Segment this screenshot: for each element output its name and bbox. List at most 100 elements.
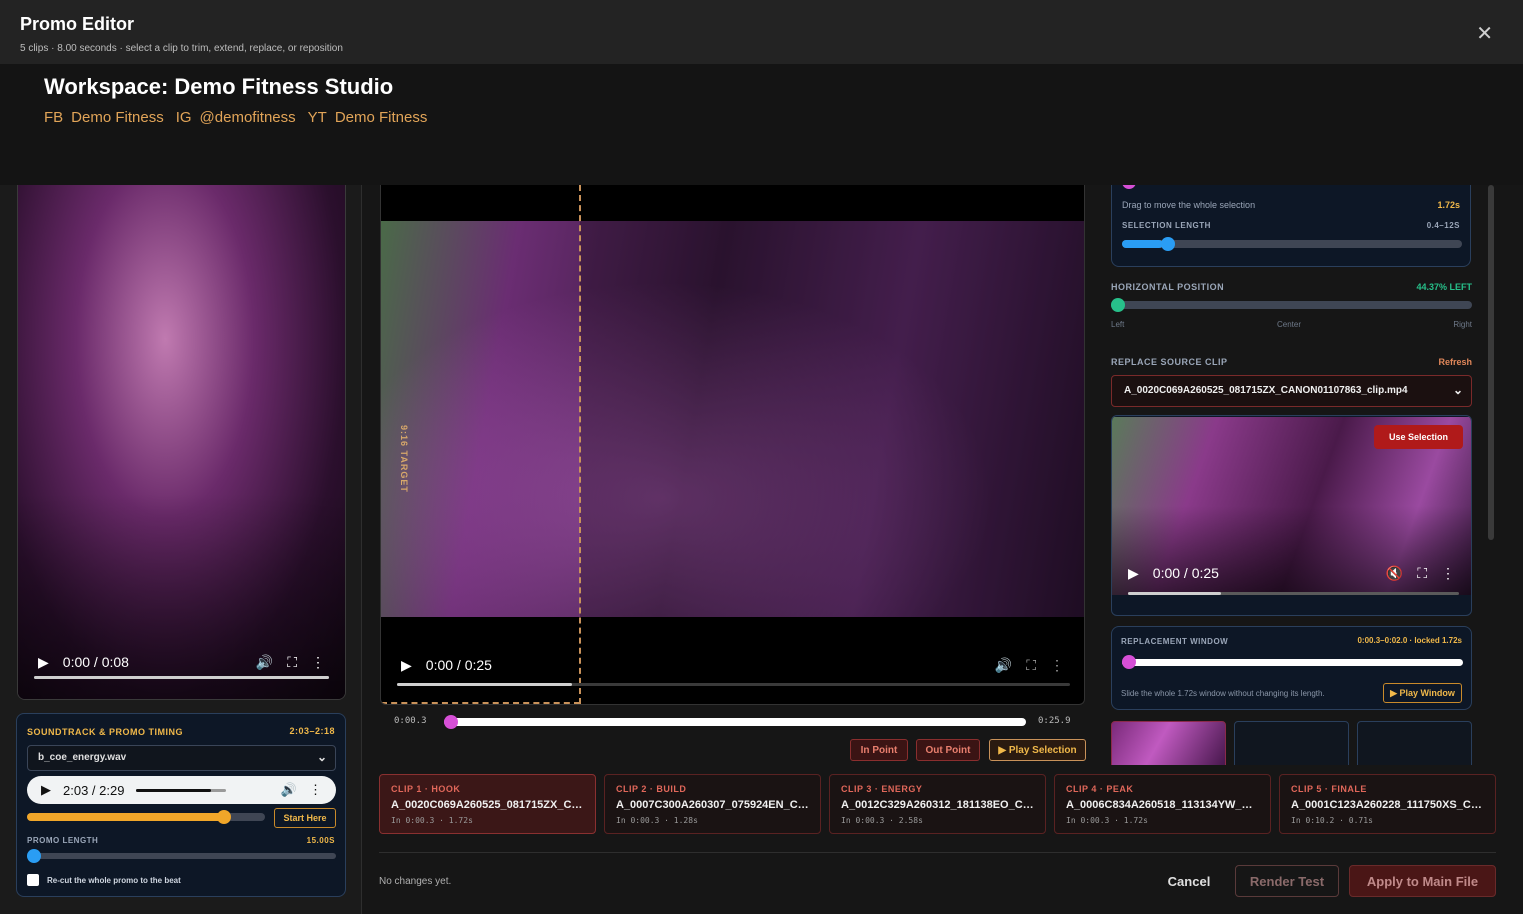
target-guide-line [579, 185, 581, 704]
apply-button[interactable]: Apply to Main File [1349, 865, 1496, 897]
video-controls: ▶ 0:00 / 0:25 🔇 ⛶ ⋮ [1112, 553, 1471, 593]
clip-card-5[interactable]: CLIP 5 · FINALE A_0001C123A260228_111750… [1279, 774, 1496, 834]
promo-length-knob[interactable] [27, 849, 41, 863]
volume-icon[interactable]: 🔇 [1386, 565, 1403, 582]
close-icon[interactable]: ✕ [1476, 24, 1493, 44]
trim-end-label: 0:25.9 [1038, 716, 1071, 726]
play-icon[interactable]: ▶ [38, 654, 49, 671]
chevron-down-icon: ⌄ [316, 750, 327, 764]
fullscreen-icon[interactable]: ⛶ [1026, 657, 1036, 674]
soundtrack-range: 2:03–2:18 [289, 726, 335, 736]
workspace-title: Workspace: Demo Fitness Studio [44, 74, 394, 99]
more-icon[interactable]: ⋮ [311, 654, 325, 671]
target-dim-overlay [580, 185, 1084, 704]
soundtrack-select[interactable]: b_coe_energy.wav ⌄ [27, 745, 336, 771]
clip-meta: In 0:00.3 · 2.58s [841, 816, 923, 825]
source-clip-file: A_0020C069A260525_081715ZX_CANON01107863… [1124, 385, 1408, 396]
clip-label: CLIP 3 · ENERGY [841, 784, 923, 794]
clip-meta: In 0:10.2 · 0.71s [1291, 816, 1373, 825]
video-controls: ▶ 0:00 / 0:08 🔊 ⛶ ⋮ [18, 637, 345, 687]
refresh-button[interactable]: Refresh [1438, 357, 1472, 367]
source-clip-select[interactable]: A_0020C069A260525_081715ZX_CANON01107863… [1111, 375, 1472, 407]
out-point-button[interactable]: Out Point [916, 739, 980, 761]
play-icon[interactable]: ▶ [401, 657, 412, 674]
fullscreen-icon[interactable]: ⛶ [287, 654, 297, 671]
replacement-window-value: 0:00.3–0:02.0 · locked 1.72s [1357, 636, 1462, 645]
clip-card-1[interactable]: CLIP 1 · HOOK A_0020C069A260525_081715ZX… [379, 774, 596, 834]
seek-fill [34, 676, 329, 679]
use-selection-button[interactable]: Use Selection [1374, 425, 1463, 449]
clip-file: A_0020C069A260525_081715ZX_CANON01107863… [391, 799, 584, 811]
audio-more-icon[interactable]: ⋮ [309, 782, 322, 798]
audio-volume-icon[interactable]: 🔊 [281, 782, 297, 798]
video-seek-bar[interactable] [34, 676, 329, 679]
horizontal-position-slider[interactable] [1111, 298, 1472, 312]
promo-length-slider[interactable] [27, 849, 336, 863]
more-icon[interactable]: ⋮ [1441, 565, 1455, 582]
selection-length-knob[interactable] [1161, 237, 1176, 251]
volume-icon[interactable]: 🔊 [995, 657, 1012, 674]
recut-checkbox[interactable] [27, 874, 39, 886]
thumbnail-2[interactable] [1234, 721, 1349, 765]
social-youtube[interactable]: YT Demo Fitness [308, 109, 428, 126]
clip-label: CLIP 1 · HOOK [391, 784, 461, 794]
pos-left-label: Left [1111, 320, 1125, 329]
social-facebook[interactable]: FB Demo Fitness [44, 109, 164, 126]
start-slider[interactable] [27, 810, 265, 824]
more-icon[interactable]: ⋮ [1050, 657, 1064, 674]
left-video-preview[interactable]: ▶ 0:00 / 0:08 🔊 ⛶ ⋮ [17, 185, 346, 700]
clip-meta: In 0:00.3 · 1.72s [1066, 816, 1148, 825]
pos-right-label: Right [1453, 320, 1472, 329]
audio-time: 2:03 / 2:29 [63, 782, 125, 798]
replacement-video-preview[interactable]: Use Selection ▶ 0:00 / 0:25 🔇 ⛶ ⋮ [1111, 415, 1472, 616]
fullscreen-icon[interactable]: ⛶ [1417, 565, 1427, 582]
replace-source-label: REPLACE SOURCE CLIP [1111, 357, 1228, 367]
horizontal-position-knob[interactable] [1111, 298, 1125, 312]
clip-label: CLIP 5 · FINALE [1291, 784, 1367, 794]
audio-play-icon[interactable]: ▶ [41, 782, 51, 798]
start-slider-knob[interactable] [217, 810, 232, 824]
move-selection-knob[interactable] [1122, 185, 1136, 189]
clip-label: CLIP 4 · PEAK [1066, 784, 1134, 794]
video-frame-shade [18, 185, 345, 699]
start-here-button[interactable]: Start Here [274, 808, 336, 828]
clip-card-2[interactable]: CLIP 2 · BUILD A_0007C300A260307_075924E… [604, 774, 821, 834]
right-panel-scrollbar[interactable] [1488, 185, 1494, 540]
thumbnail-1[interactable] [1111, 721, 1226, 765]
clip-card-4[interactable]: CLIP 4 · PEAK A_0006C834A260518_113134YW… [1054, 774, 1271, 834]
play-icon[interactable]: ▶ [1128, 565, 1139, 582]
trim-slider-knob[interactable] [444, 715, 458, 729]
volume-icon[interactable]: 🔊 [256, 654, 273, 671]
selection-length-label: SELECTION LENGTH [1122, 221, 1211, 230]
social-instagram[interactable]: IG @demofitness [176, 109, 296, 126]
trim-slider[interactable] [444, 715, 1026, 729]
target-label: 9:16 TARGET [399, 425, 409, 493]
audio-seek[interactable] [136, 788, 227, 792]
soundtrack-file: b_coe_energy.wav [38, 752, 127, 763]
footer-divider [379, 852, 1496, 853]
workspace-header: Workspace: Demo Fitness Studio FB Demo Fi… [0, 64, 1523, 185]
in-point-button[interactable]: In Point [850, 739, 908, 761]
play-window-button[interactable]: ▶ Play Window [1383, 683, 1462, 703]
selection-length-slider[interactable] [1122, 237, 1462, 251]
dialog-subtitle: 5 clips · 8.00 seconds · select a clip t… [20, 43, 343, 54]
video-seek-bar[interactable] [397, 683, 1070, 686]
trim-start-label: 0:00.3 [394, 716, 427, 726]
render-test-button[interactable]: Render Test [1235, 865, 1339, 897]
replacement-window-slider[interactable] [1122, 655, 1463, 669]
clip-card-3[interactable]: CLIP 3 · ENERGY A_0012C329A260312_181138… [829, 774, 1046, 834]
replacement-window-knob[interactable] [1122, 655, 1136, 669]
thumbnail-3[interactable] [1357, 721, 1472, 765]
recut-checkbox-row[interactable]: Re-cut the whole promo to the beat [27, 874, 181, 886]
drag-value: 1.72s [1437, 200, 1460, 210]
main-video-preview[interactable]: 9:16 TARGET ▶ 0:00 / 0:25 🔊 ⛶ ⋮ [380, 185, 1085, 705]
video-seek-bar[interactable] [1128, 592, 1459, 595]
audio-player[interactable]: ▶ 2:03 / 2:29 🔊 ⋮ [27, 776, 336, 804]
clip-meta: In 0:00.3 · 1.28s [616, 816, 698, 825]
start-slider-fill [27, 813, 230, 821]
status-text: No changes yet. [379, 876, 452, 887]
clip-file: A_0001C123A260228_111750XS_CANON01107863… [1291, 799, 1484, 811]
title-bar: Promo Editor 5 clips · 8.00 seconds · se… [0, 0, 1523, 64]
cancel-button[interactable]: Cancel [1158, 865, 1220, 897]
play-selection-button[interactable]: ▶ Play Selection [989, 739, 1086, 761]
